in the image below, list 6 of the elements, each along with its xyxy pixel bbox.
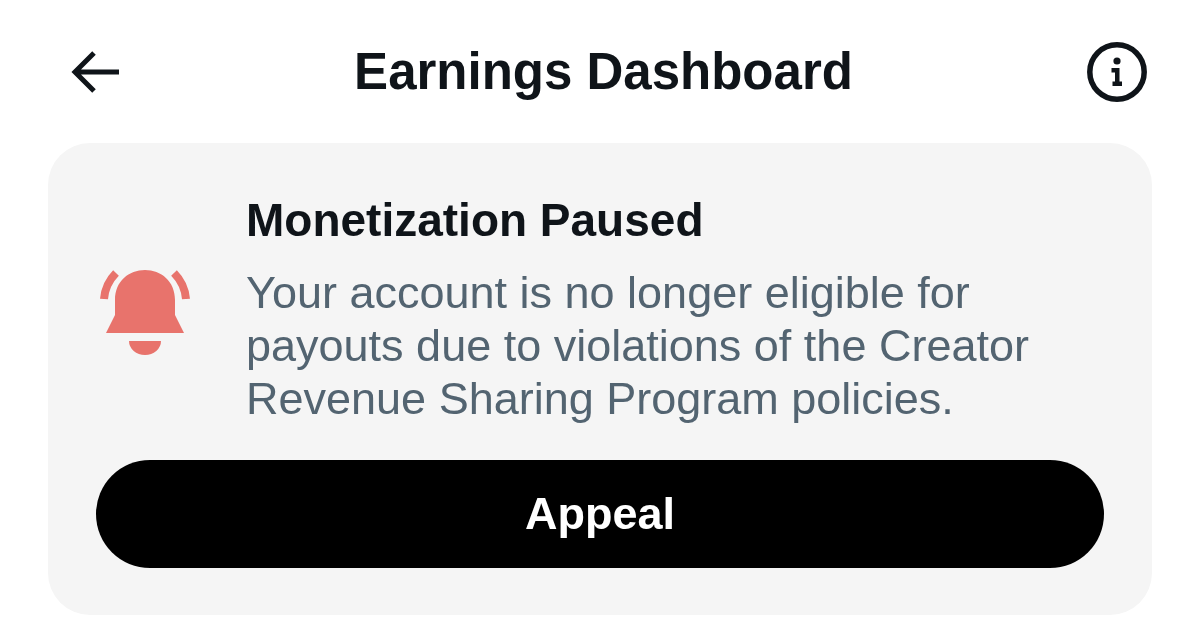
page-title: Earnings Dashboard (354, 41, 853, 102)
notice-title: Monetization Paused (246, 194, 705, 246)
appeal-button[interactable]: Appeal (96, 460, 1104, 568)
notice-message: Your account is no longer eligible for payouts due to violations of the Creator Revenue Sharing Program policies. (246, 266, 1030, 425)
back-arrow-icon[interactable] (70, 49, 120, 94)
info-icon[interactable] (1087, 41, 1147, 102)
